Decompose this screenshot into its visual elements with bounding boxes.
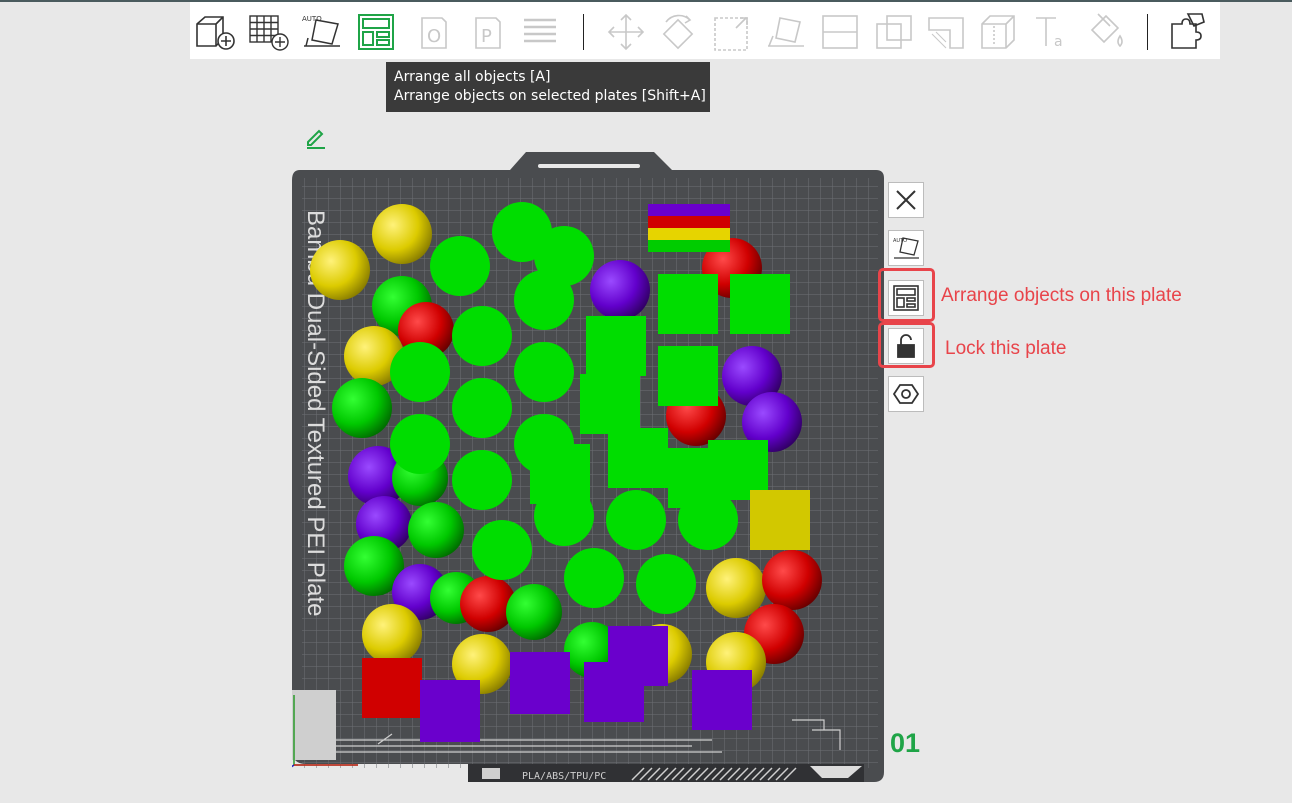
yellow-sphere <box>310 240 370 300</box>
green-disc <box>452 450 512 510</box>
green-sphere <box>408 502 464 558</box>
purple-sphere <box>590 260 650 320</box>
toolbar-separator <box>583 14 584 50</box>
green-cube <box>580 374 640 434</box>
toolbar-separator <box>1147 14 1148 50</box>
yellow-sphere <box>362 604 422 664</box>
layers-icon[interactable] <box>518 10 562 54</box>
tooltip-line-arrange-all: Arrange all objects [A] <box>394 69 551 85</box>
support-paint-icon[interactable] <box>924 10 968 54</box>
green-sphere <box>332 378 392 438</box>
green-cube <box>530 444 590 504</box>
settings-icon <box>892 384 920 404</box>
top-toolbar: AUTO O P a <box>190 2 1220 59</box>
delete-plate-button[interactable] <box>888 182 924 218</box>
green-disc <box>452 378 512 438</box>
green-disc <box>606 490 666 550</box>
arrange-tooltip: Arrange all objects [A] Arrange objects … <box>386 62 710 112</box>
lock-highlight <box>878 322 935 368</box>
boolean-icon[interactable] <box>872 10 916 54</box>
green-disc <box>636 554 696 614</box>
green-disc <box>430 236 490 296</box>
add-plate-icon[interactable] <box>246 10 290 54</box>
green-cube <box>730 274 790 334</box>
lock-callout: Lock this plate <box>945 338 1067 359</box>
printed-objects[interactable] <box>310 202 822 742</box>
green-cube <box>608 428 668 488</box>
add-cube-icon[interactable] <box>192 10 236 54</box>
build-plate[interactable]: Bambu Dual-Sided Textured PEI Plate PLA/… <box>283 150 886 786</box>
color-paint-icon[interactable] <box>1084 10 1128 54</box>
green-disc <box>390 414 450 474</box>
plate-number: 01 <box>890 728 921 758</box>
svg-text:O: O <box>427 26 441 47</box>
green-cube <box>658 274 718 334</box>
rotate-icon[interactable] <box>656 10 700 54</box>
green-disc <box>514 342 574 402</box>
svg-text:AUTO: AUTO <box>302 15 322 23</box>
lay-on-face-icon[interactable] <box>764 10 808 54</box>
red-sphere <box>762 550 822 610</box>
seam-paint-icon[interactable] <box>976 10 1020 54</box>
green-disc <box>514 270 574 330</box>
plate-settings-button[interactable] <box>888 376 924 412</box>
yellow-sphere <box>706 558 766 618</box>
green-cube <box>658 346 718 406</box>
auto-orient-plate-icon: AUTO <box>893 237 919 259</box>
scale-icon[interactable] <box>710 10 754 54</box>
auto-orient-plate-button[interactable]: AUTO <box>888 230 924 266</box>
svg-text:a: a <box>1054 34 1063 50</box>
yellow-sphere <box>372 204 432 264</box>
svg-text:P: P <box>481 26 492 47</box>
assembly-icon[interactable] <box>1166 10 1210 54</box>
green-cube <box>586 316 646 376</box>
striped-block <box>648 204 730 252</box>
green-sphere <box>506 584 562 640</box>
plate-O-icon[interactable]: O <box>412 10 456 54</box>
arrange-callout: Arrange objects on this plate <box>941 285 1182 306</box>
move-icon[interactable] <box>604 10 648 54</box>
tooltip-line-arrange-selected: Arrange objects on selected plates [Shif… <box>394 88 706 104</box>
green-disc <box>390 342 450 402</box>
text-icon[interactable]: a <box>1030 10 1074 54</box>
close-icon <box>896 190 916 210</box>
edit-plate-name-icon[interactable] <box>304 125 328 149</box>
arrange-icon[interactable] <box>354 10 398 54</box>
arrange-highlight <box>878 268 935 322</box>
plate-P-icon[interactable]: P <box>466 10 510 54</box>
cut-icon[interactable] <box>818 10 862 54</box>
purple-cube <box>510 652 570 714</box>
filament-type-label: PLA/ABS/TPU/PC <box>522 771 606 782</box>
red-cube <box>362 658 422 718</box>
purple-cube <box>608 626 668 686</box>
green-disc <box>452 306 512 366</box>
purple-cube <box>692 670 752 730</box>
yellow-cube <box>750 490 810 550</box>
green-disc <box>472 520 532 580</box>
green-disc <box>564 548 624 608</box>
purple-cube <box>420 680 480 742</box>
auto-orient-icon[interactable]: AUTO <box>300 10 344 54</box>
